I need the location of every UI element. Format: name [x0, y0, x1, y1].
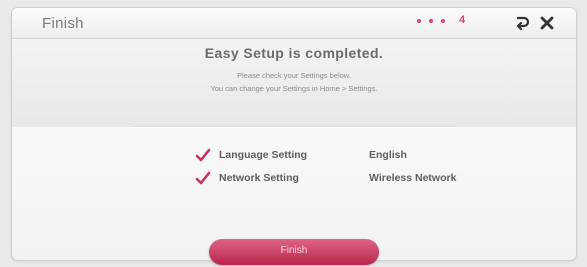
- progress-dot: [417, 19, 421, 23]
- page-title: Finish: [42, 15, 84, 32]
- settings-row-language: Language Setting English: [12, 147, 576, 165]
- step-progress-dots: [417, 19, 445, 23]
- finish-button[interactable]: Finish: [209, 239, 379, 265]
- summary-area: Easy Setup is completed. Please check yo…: [12, 39, 576, 127]
- close-icon: [540, 16, 554, 30]
- setting-value: English: [369, 149, 407, 161]
- step-number: 4: [459, 14, 466, 26]
- setup-dialog: Finish 4 Easy Setup is completed. Please…: [12, 8, 576, 260]
- instruction-text: You can change your Settings in Home > S…: [210, 84, 378, 93]
- progress-dot: [441, 19, 445, 23]
- dialog-header: Finish 4: [12, 8, 576, 39]
- instruction-text: Please check your Settings below.: [237, 71, 351, 80]
- close-button[interactable]: [536, 12, 558, 34]
- checkmark-icon: [195, 171, 211, 185]
- completion-headline: Easy Setup is completed.: [204, 45, 384, 61]
- setting-label: Language Setting: [219, 149, 308, 161]
- back-arrow-icon: [516, 16, 530, 31]
- checkmark-icon: [195, 148, 211, 162]
- divider: [132, 127, 456, 128]
- setting-value: Wireless Network: [369, 172, 457, 184]
- back-button[interactable]: [511, 12, 533, 34]
- settings-row-network: Network Setting Wireless Network: [12, 170, 576, 188]
- progress-dot: [429, 19, 433, 23]
- setting-label: Network Setting: [219, 172, 299, 184]
